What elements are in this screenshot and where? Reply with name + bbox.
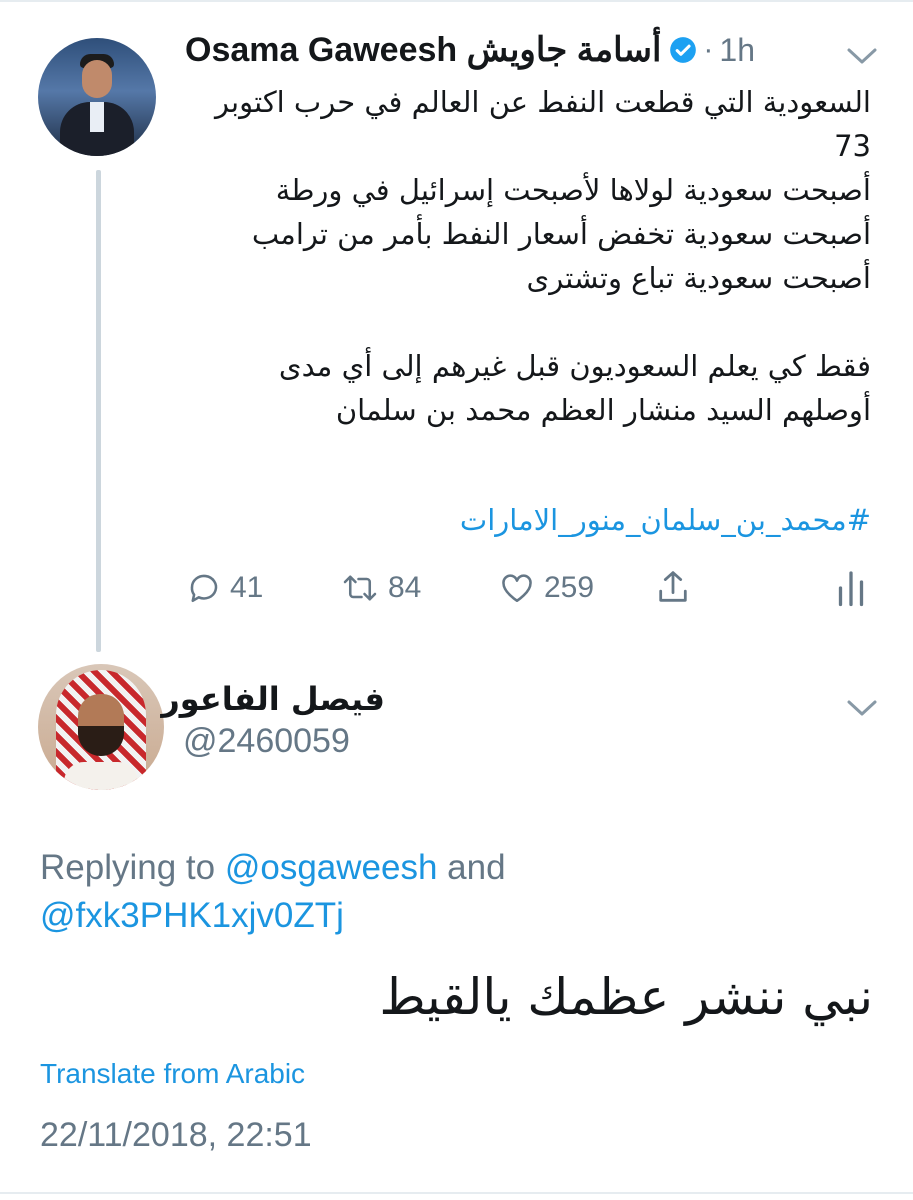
retweet-button[interactable]: 84: [340, 566, 421, 610]
tweet-text: السعودية التي قطعت النفط عن العالم في حر…: [211, 80, 871, 432]
reply-author-name[interactable]: فيصل الفاعور: [161, 680, 385, 718]
analytics-button[interactable]: [836, 566, 866, 610]
chevron-down-icon[interactable]: [846, 46, 878, 66]
tweet-line: 73: [834, 129, 871, 163]
reply-icon: [190, 574, 218, 603]
reply-button[interactable]: 41: [186, 566, 263, 610]
tweet-line: أوصلهم السيد منشار العظم محمد بن سلمان: [335, 393, 871, 427]
tweet-time[interactable]: 1h: [719, 32, 755, 69]
tweet-line: فقط كي يعلم السعوديون قبل غيرهم إلى أي م…: [278, 349, 871, 383]
analytics-icon: [838, 571, 864, 607]
replying-prefix: Replying to: [40, 848, 225, 887]
tweet-line: أصبحت سعودية تخفض أسعار النفط بأمر من تر…: [251, 217, 871, 251]
separator-dot: ·: [703, 33, 714, 66]
thread-connector-line: [96, 170, 101, 652]
heart-icon: [502, 574, 532, 603]
reply-author-handle[interactable]: @2460059: [183, 722, 350, 761]
hashtag-link[interactable]: #محمد_بن_سلمان_منور_الامارات: [460, 498, 871, 542]
chevron-down-icon[interactable]: [846, 698, 878, 718]
tweet-line: أصبحت سعودية لولاها لأصبحت إسرائيل في ور…: [275, 173, 871, 207]
mention-link[interactable]: @osgaweesh: [225, 848, 438, 887]
like-button[interactable]: 259: [498, 566, 594, 610]
retweet-icon: [343, 575, 377, 601]
verified-badge-icon: [670, 37, 697, 63]
tweet-line: أصبحت سعودية تباع وتشترى: [526, 261, 871, 295]
translate-link[interactable]: Translate from Arabic: [40, 1058, 305, 1090]
like-count: 259: [544, 571, 595, 604]
bottom-divider: [0, 1192, 913, 1194]
reply-count: 41: [230, 571, 264, 604]
share-icon: [659, 571, 687, 602]
reply-timestamp: 22/11/2018, 22:51: [40, 1116, 312, 1154]
replying-to: Replying to @osgaweesh and @fxk3PHK1xjv0…: [40, 844, 600, 940]
author-name[interactable]: Osama Gaweesh أسامة جاويش: [185, 30, 661, 70]
tweet-line: السعودية التي قطعت النفط عن العالم في حر…: [215, 85, 871, 119]
author-avatar[interactable]: [38, 38, 156, 156]
retweet-count: 84: [388, 571, 422, 604]
tweet-header: Osama Gaweesh أسامة جاويش · 1h: [185, 28, 755, 72]
mention-link[interactable]: @fxk3PHK1xjv0ZTj: [40, 896, 344, 935]
replying-joiner: and: [437, 848, 506, 887]
top-divider: [0, 0, 913, 2]
reply-author-avatar[interactable]: [38, 664, 164, 790]
share-button[interactable]: [654, 566, 692, 610]
reply-tweet-text: نبي ننشر عظمك يالقيط: [379, 968, 873, 1026]
